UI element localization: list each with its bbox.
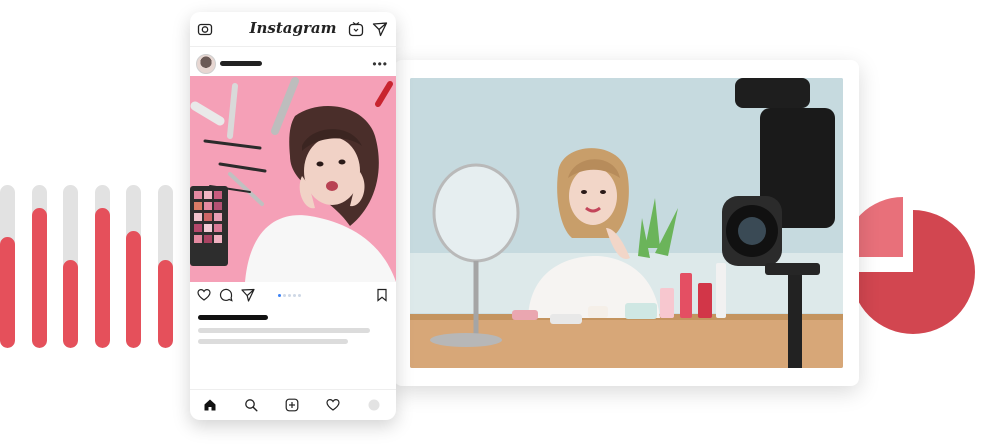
eyeshadow-palette (190, 186, 228, 266)
activity-heart-icon[interactable] (326, 398, 340, 412)
bar-fill (0, 237, 15, 348)
bar-fill (63, 259, 78, 348)
carousel-indicator (278, 294, 308, 298)
bar-fill (158, 259, 173, 348)
bookmark-icon[interactable] (375, 288, 389, 302)
send-icon[interactable] (241, 288, 255, 302)
heart-icon[interactable] (197, 288, 211, 302)
bar-fill (95, 207, 110, 348)
profile-icon[interactable] (367, 398, 381, 412)
more-options-icon[interactable]: ••• (372, 57, 388, 71)
post-header: ••• (190, 48, 396, 76)
app-title: Instagram (249, 19, 337, 37)
bar-fill (126, 230, 141, 348)
direct-message-icon[interactable] (372, 21, 388, 37)
bar-indicator (32, 185, 47, 348)
instagram-header: Instagram (190, 12, 396, 47)
bar-indicator (63, 185, 78, 348)
add-post-icon[interactable] (285, 398, 299, 412)
igtv-icon[interactable] (348, 21, 364, 37)
caption-placeholder-line (198, 328, 370, 333)
bottom-navigation (190, 389, 396, 420)
caption-placeholder-line (198, 339, 348, 344)
bar-indicator (0, 185, 15, 348)
carousel-dot (293, 294, 296, 297)
bar-fill (32, 207, 47, 348)
video-scene (410, 78, 843, 368)
home-icon[interactable] (203, 398, 217, 412)
username-placeholder[interactable] (220, 61, 262, 66)
comment-icon[interactable] (219, 288, 233, 302)
bar-indicator (126, 185, 141, 348)
pie-chart-graphic (843, 197, 975, 334)
video-preview-card (394, 60, 859, 386)
post-photo (190, 76, 396, 282)
bar-indicator (95, 185, 110, 348)
carousel-dot (283, 294, 286, 297)
avatar[interactable] (196, 54, 216, 74)
bar-indicator (158, 185, 173, 348)
carousel-dot (278, 294, 281, 297)
post-actions (190, 282, 396, 308)
instagram-phone-mockup: Instagram ••• (190, 12, 396, 420)
carousel-dot (288, 294, 291, 297)
search-icon[interactable] (244, 398, 258, 412)
likes-placeholder (198, 315, 268, 320)
bar-indicators (0, 178, 180, 348)
carousel-dot (298, 294, 301, 297)
